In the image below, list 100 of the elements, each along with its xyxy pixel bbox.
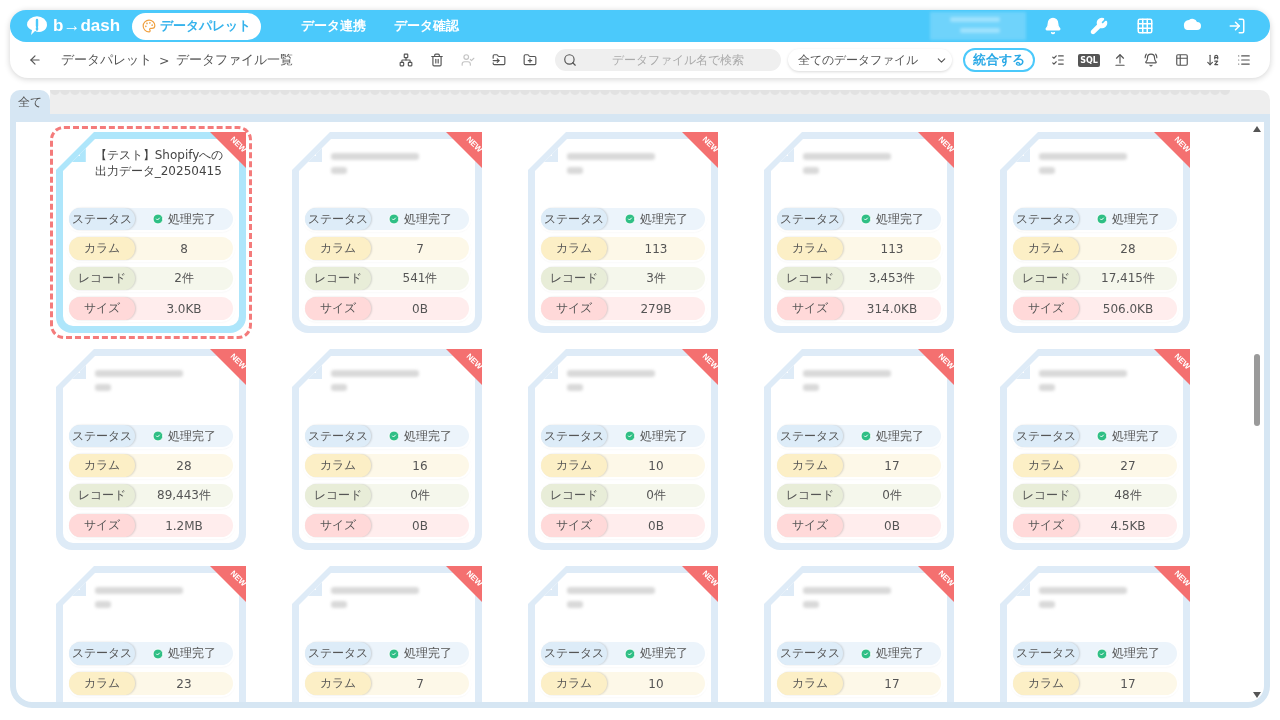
bell-list-icon[interactable] <box>1144 53 1158 67</box>
stat-value: 28 <box>175 457 193 475</box>
stat-value: 3.0KB <box>165 300 203 318</box>
stat-value: 17 <box>1119 675 1137 693</box>
stat-value: 処理完了 <box>843 424 941 448</box>
stat-label: レコード <box>1013 484 1079 508</box>
stat-value: 処理完了 <box>135 207 233 231</box>
stat-label: サイズ <box>69 297 135 320</box>
stat-label: ステータス <box>777 642 843 665</box>
stat-label: サイズ <box>541 297 607 320</box>
stat-label: カラム <box>777 672 843 695</box>
check-icon <box>152 647 164 660</box>
sort-az-icon[interactable] <box>1206 53 1220 67</box>
stat-label: カラム <box>305 237 371 261</box>
scroll-up-icon[interactable] <box>1253 126 1261 132</box>
stat-label: サイズ <box>1013 297 1079 320</box>
stat-label: ステータス <box>541 642 607 665</box>
check-icon <box>388 430 400 443</box>
stat-label: レコード <box>69 267 135 291</box>
tab[interactable]: 全て <box>10 90 50 114</box>
stat-value: 17 <box>883 675 901 693</box>
stat-label: ステータス <box>541 207 607 231</box>
stat-label: ステータス <box>1013 642 1079 665</box>
stat-value: 処理完了 <box>1079 642 1177 665</box>
stat-value: 0件 <box>409 487 431 505</box>
folder-plus-icon[interactable] <box>523 53 537 67</box>
stat-value: 0件 <box>881 487 903 505</box>
stat-label: カラム <box>541 237 607 261</box>
scroll-down-icon[interactable] <box>1253 692 1261 698</box>
check-icon <box>388 213 400 226</box>
stat-value: 処理完了 <box>135 424 233 448</box>
list-icon[interactable] <box>1237 53 1251 67</box>
stat-label: ステータス <box>305 642 371 665</box>
stat-label: レコード <box>1013 267 1079 291</box>
stat-value: 4.5KB <box>1109 517 1147 535</box>
stat-label: ステータス <box>1013 207 1079 231</box>
breadcrumb-current: データファイル一覧 <box>176 51 294 69</box>
stat-value: 16 <box>411 457 429 475</box>
stat-label: カラム <box>305 454 371 478</box>
check-icon <box>152 213 164 226</box>
stat-value: 0B <box>411 517 429 535</box>
stat-value: 処理完了 <box>371 642 469 665</box>
stat-label: レコード <box>541 484 607 508</box>
stat-label: ステータス <box>69 642 135 665</box>
check-icon <box>1096 430 1108 443</box>
stat-value: 27 <box>1119 457 1137 475</box>
stat-value: 0B <box>647 517 665 535</box>
check-icon <box>1096 213 1108 226</box>
stat-label: ステータス <box>305 207 371 231</box>
stat-value: 89,443件 <box>156 487 212 505</box>
stat-value: 処理完了 <box>135 642 233 665</box>
stat-value: 279B <box>639 300 673 318</box>
stat-value: 処理完了 <box>607 642 705 665</box>
check-icon <box>860 430 872 443</box>
stat-label: ステータス <box>1013 424 1079 448</box>
stat-label: サイズ <box>777 514 843 537</box>
check-icon <box>624 213 636 226</box>
stat-label: サイズ <box>305 514 371 537</box>
breadcrumb-link[interactable]: データパレット <box>61 51 152 69</box>
check-icon <box>1096 647 1108 660</box>
speech-bubble-icon <box>24 16 50 36</box>
stat-label: ステータス <box>541 424 607 448</box>
stat-label: カラム <box>541 454 607 478</box>
stat-label: カラム <box>69 237 135 261</box>
hierarchy-icon[interactable] <box>399 53 413 67</box>
stat-label: ステータス <box>305 424 371 448</box>
stat-label: カラム <box>69 454 135 478</box>
stat-value: 0B <box>883 517 901 535</box>
stat-value: 48件 <box>1113 487 1143 505</box>
stat-value: 314.0KB <box>865 300 919 318</box>
stat-value: 処理完了 <box>371 424 469 448</box>
stat-value: 541件 <box>401 270 439 288</box>
stat-value: 113 <box>643 240 669 258</box>
file-filter-dropdown[interactable]: 全てのデータファイル <box>788 49 952 71</box>
trash-icon[interactable] <box>430 53 444 67</box>
stat-value: 17 <box>883 457 901 475</box>
folder-arrow-icon[interactable] <box>492 53 506 67</box>
stat-label: カラム <box>777 454 843 478</box>
check-icon <box>860 647 872 660</box>
stat-value: 処理完了 <box>1079 207 1177 231</box>
stat-value: 0B <box>411 300 429 318</box>
stat-value: 3件 <box>645 270 667 288</box>
stat-value: 処理完了 <box>371 207 469 231</box>
check-icon <box>388 647 400 660</box>
stat-label: カラム <box>541 672 607 695</box>
stat-label: レコード <box>777 267 843 291</box>
upload-icon[interactable] <box>1113 53 1127 67</box>
stat-value: 2件 <box>173 270 195 288</box>
sql-icon[interactable]: SQL <box>1078 53 1100 67</box>
stat-value: 23 <box>175 675 193 693</box>
stat-value: 処理完了 <box>607 207 705 231</box>
checklist-icon[interactable] <box>1051 53 1065 67</box>
stat-label: レコード <box>305 267 371 291</box>
stat-label: サイズ <box>305 297 371 320</box>
stat-value: 0件 <box>645 487 667 505</box>
stat-value: 処理完了 <box>843 207 941 231</box>
stat-label: カラム <box>1013 454 1079 478</box>
stat-value: 7 <box>415 240 425 258</box>
table-icon[interactable] <box>1175 53 1189 67</box>
check-icon <box>624 647 636 660</box>
